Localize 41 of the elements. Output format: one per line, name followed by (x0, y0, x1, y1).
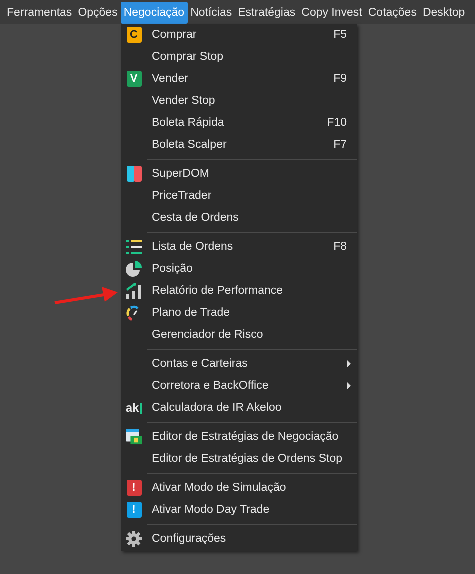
menu-option[interactable]: Lista de Ordens F8 (121, 236, 357, 258)
menu-item[interactable]: Opções (75, 2, 121, 24)
menu-option[interactable]: SuperDOM (121, 163, 357, 185)
menu-item[interactable]: Notícias (188, 2, 236, 24)
menu-option[interactable]: Corretora e BackOffice (121, 375, 357, 397)
split-square-icon (126, 166, 142, 182)
menu-option[interactable]: Editor de Estratégias de Ordens Stop (121, 448, 357, 470)
menu-option[interactable]: Comprar Stop (121, 46, 357, 68)
bar-chart-icon (126, 283, 142, 299)
menu-item[interactable]: Ferramentas (4, 2, 76, 24)
menu-option[interactable]: ! Ativar Modo Day Trade (121, 499, 357, 521)
menu-option[interactable]: Relatório de Performance (121, 280, 357, 302)
menu-option[interactable]: Contas e Carteiras (121, 353, 357, 375)
badge-icon: C (126, 27, 142, 43)
menu-option[interactable]: Posição (121, 258, 357, 280)
menu-option[interactable]: Boleta Scalper F7 (121, 134, 357, 156)
menu-option[interactable]: Gerenciador de Risco (121, 324, 357, 346)
menu-option[interactable]: Vender Stop (121, 90, 357, 112)
menu-item[interactable]: Copy Invest (298, 2, 366, 24)
badge-icon: ! (126, 480, 142, 496)
menu-option[interactable]: Configurações (121, 528, 357, 550)
menu-item[interactable]: Estratégias (235, 2, 299, 24)
menu-option[interactable]: Editor de Estratégias de Negociação (121, 426, 357, 448)
menu-option[interactable]: PriceTrader (121, 185, 357, 207)
menu-option[interactable]: Plano de Trade (121, 302, 357, 324)
menu-option[interactable]: Boleta Rápida F10 (121, 112, 357, 134)
badge-icon: V (126, 71, 142, 87)
submenu-arrow-icon (347, 360, 351, 368)
gear-icon (126, 531, 142, 547)
window-icon (126, 429, 142, 445)
menu-item[interactable]: Desktop (420, 2, 468, 24)
submenu-arrow-icon (347, 382, 351, 390)
menu-option[interactable]: ak Calculadora de IR Akeloo (121, 397, 357, 419)
menu-item[interactable]: Cotações (365, 2, 420, 24)
badge-icon: ! (126, 502, 142, 518)
menu-option[interactable]: C Comprar F5 (121, 24, 357, 46)
list-icon (126, 240, 142, 254)
menu-option[interactable]: Cesta de Ordens (121, 207, 357, 229)
pie-chart-icon (126, 261, 142, 277)
menu-option[interactable]: ! Ativar Modo de Simulação (121, 477, 357, 499)
menu-option[interactable]: V Vender F9 (121, 68, 357, 90)
